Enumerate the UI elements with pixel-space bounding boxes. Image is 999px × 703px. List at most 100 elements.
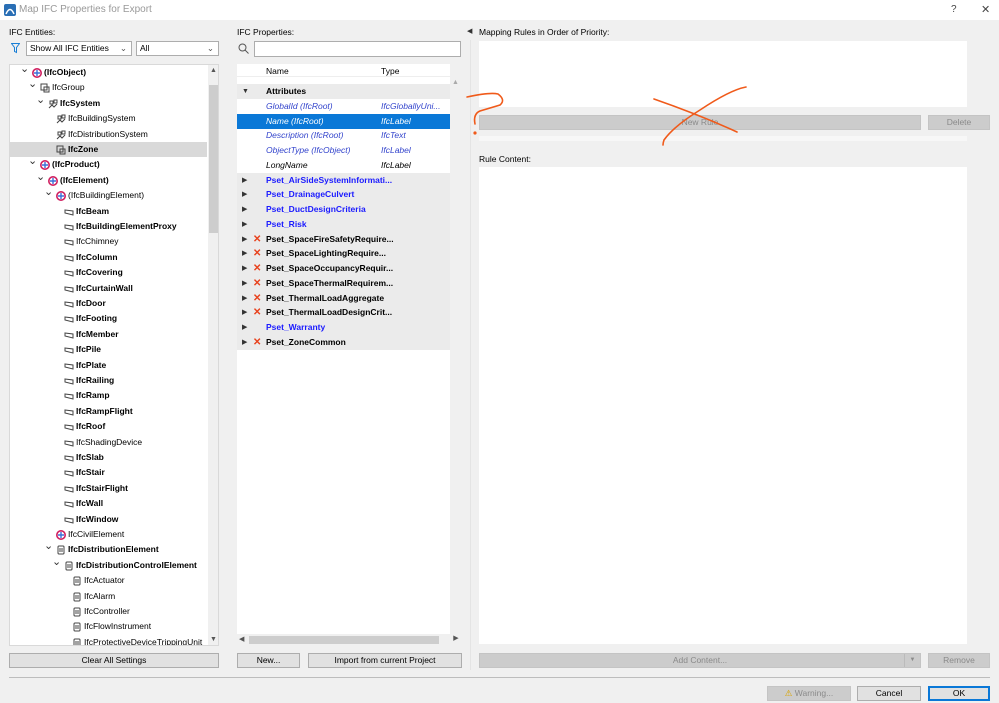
- help-button[interactable]: ?: [951, 4, 957, 15]
- expand-arrow-icon[interactable]: ▶: [242, 246, 247, 261]
- tree-item[interactable]: IfcAlarm: [10, 589, 207, 604]
- scrollbar-thumb[interactable]: [209, 85, 218, 233]
- close-button[interactable]: ✕: [981, 3, 990, 16]
- expanded-arrow-icon[interactable]: ▼: [242, 84, 249, 99]
- expand-arrow-icon[interactable]: ▶: [242, 173, 247, 188]
- tree-item[interactable]: IfcRamp: [10, 388, 207, 403]
- expand-arrow-icon[interactable]: ▶: [242, 217, 247, 232]
- tree-item[interactable]: IfcBuildingSystem: [10, 111, 207, 126]
- tree-item[interactable]: IfcPlate: [10, 358, 207, 373]
- property-search-input[interactable]: [254, 41, 461, 57]
- properties-table[interactable]: Name Type ▼ Attributes GlobalId (IfcRoot) I…: [237, 64, 462, 646]
- tree-item[interactable]: IfcColumn: [10, 250, 207, 265]
- ok-button[interactable]: OK: [928, 686, 990, 701]
- tree-item[interactable]: IfcDistributionSystem: [10, 127, 207, 142]
- property-group-row[interactable]: ▶ Pset_AirSideSystemInformati...: [237, 172, 450, 188]
- entity-filter-select[interactable]: Show All IFC Entities ⌄: [26, 41, 132, 56]
- expand-arrow-icon[interactable]: ▶: [242, 261, 247, 276]
- property-group-row[interactable]: ▶ ✕ Pset_SpaceThermalRequirem...: [237, 275, 450, 291]
- property-group-row[interactable]: ▼ Attributes: [237, 84, 450, 99]
- property-row[interactable]: ObjectType (IfcObject) IfcLabel: [237, 143, 450, 158]
- tree-item[interactable]: IfcCurtainWall: [10, 281, 207, 296]
- properties-scrollbar[interactable]: ▲ ▶: [450, 64, 462, 646]
- chevron-down-icon[interactable]: ⌄: [52, 555, 61, 570]
- tree-item[interactable]: IfcZone: [10, 142, 207, 157]
- property-group-row[interactable]: ▶ Pset_Warranty: [237, 320, 450, 335]
- tree-item[interactable]: ⌄ (IfcObject): [10, 65, 207, 80]
- tree-scrollbar[interactable]: ▲ ▼: [208, 65, 218, 645]
- tree-item[interactable]: IfcStair: [10, 465, 207, 480]
- tree-item[interactable]: IfcRoof: [10, 419, 207, 434]
- tree-item[interactable]: ⌄ (IfcBuildingElement): [10, 185, 207, 203]
- clear-all-settings-button[interactable]: Clear All Settings: [9, 653, 219, 668]
- expand-arrow-icon[interactable]: ▶: [242, 305, 247, 320]
- import-from-project-button[interactable]: Import from current Project: [308, 653, 462, 668]
- tree-item[interactable]: IfcShadingDevice: [10, 435, 207, 450]
- property-group-row[interactable]: ▶ ✕ Pset_SpaceLightingRequire...: [237, 246, 450, 262]
- collapse-arrow-icon[interactable]: ◀: [467, 27, 472, 35]
- property-row[interactable]: LongName IfcLabel: [237, 158, 450, 173]
- column-type-header[interactable]: Type: [381, 66, 399, 76]
- tree-item[interactable]: IfcChimney: [10, 234, 207, 249]
- scroll-left-icon[interactable]: ▶: [450, 634, 462, 646]
- entity-tree[interactable]: ⌄ (IfcObject) ⌄ IfcGroup ⌄ IfcSystem IfcBuildi…: [9, 64, 219, 646]
- property-row[interactable]: Description (IfcRoot) IfcText: [237, 128, 450, 143]
- add-content-button[interactable]: Add Content... ▼: [479, 653, 921, 668]
- tree-item[interactable]: IfcSlab: [10, 450, 207, 465]
- tree-item[interactable]: IfcCovering: [10, 265, 207, 280]
- expand-arrow-icon[interactable]: ▶: [242, 232, 247, 247]
- scroll-left-icon[interactable]: ◀: [239, 635, 244, 643]
- chevron-down-icon[interactable]: ⌄: [36, 93, 45, 108]
- warning-button[interactable]: ⚠ Warning...: [767, 686, 851, 701]
- expand-arrow-icon[interactable]: ▶: [242, 291, 247, 306]
- chevron-down-icon[interactable]: ⌄: [20, 65, 29, 77]
- tree-item[interactable]: IfcStairFlight: [10, 481, 207, 496]
- tree-item[interactable]: IfcMember: [10, 327, 207, 342]
- property-group-row[interactable]: ▶ ✕ Pset_SpaceOccupancyRequir...: [237, 261, 450, 276]
- tree-item[interactable]: IfcRailing: [10, 373, 207, 388]
- tree-item[interactable]: IfcController: [10, 604, 207, 619]
- tree-item[interactable]: IfcActuator: [10, 573, 207, 588]
- property-group-row[interactable]: ▶ Pset_DuctDesignCriteria: [237, 202, 450, 217]
- chevron-down-icon[interactable]: ⌄: [28, 77, 37, 92]
- tree-item[interactable]: ⌄ IfcSystem: [10, 93, 207, 111]
- delete-rule-button[interactable]: Delete: [928, 115, 990, 130]
- tree-item[interactable]: IfcPile: [10, 342, 207, 357]
- filter-icon[interactable]: [11, 43, 20, 54]
- tree-item[interactable]: IfcWall: [10, 496, 207, 511]
- chevron-down-icon[interactable]: ⌄: [28, 154, 37, 169]
- rule-content-area[interactable]: [479, 167, 967, 644]
- tree-item[interactable]: IfcBeam: [10, 204, 207, 219]
- property-row[interactable]: Name (IfcRoot) IfcLabel: [237, 113, 450, 129]
- hscrollbar-thumb[interactable]: [249, 636, 439, 644]
- tree-item[interactable]: ⌄ (IfcElement): [10, 170, 207, 188]
- tree-item[interactable]: IfcWindow: [10, 512, 207, 527]
- chevron-down-icon[interactable]: ⌄: [44, 185, 53, 200]
- property-group-row[interactable]: ▶ Pset_DrainageCulvert: [237, 187, 450, 203]
- expand-arrow-icon[interactable]: ▶: [242, 202, 247, 217]
- expand-arrow-icon[interactable]: ▶: [242, 187, 247, 202]
- tree-item[interactable]: ⌄ IfcDistributionElement: [10, 539, 207, 557]
- column-name-header[interactable]: Name: [266, 66, 289, 76]
- tree-item[interactable]: IfcCivilElement: [10, 527, 207, 542]
- scroll-down-icon[interactable]: ▼: [210, 636, 217, 643]
- scroll-up-icon[interactable]: ▲: [452, 79, 459, 86]
- properties-hscrollbar[interactable]: ◀: [237, 634, 450, 646]
- tree-item[interactable]: IfcRampFlight: [10, 404, 207, 419]
- property-group-row[interactable]: ▶ Pset_Risk: [237, 216, 450, 232]
- chevron-down-icon[interactable]: ⌄: [44, 539, 53, 554]
- tree-item[interactable]: IfcFlowInstrument: [10, 619, 207, 634]
- property-group-row[interactable]: ▶ ✕ Pset_ThermalLoadAggregate: [237, 290, 450, 306]
- scope-select[interactable]: All ⌄: [136, 41, 219, 56]
- tree-item[interactable]: IfcBuildingElementProxy: [10, 219, 207, 234]
- chevron-down-icon[interactable]: ⌄: [36, 170, 45, 185]
- expand-arrow-icon[interactable]: ▶: [242, 276, 247, 291]
- expand-arrow-icon[interactable]: ▶: [242, 335, 247, 350]
- scroll-up-icon[interactable]: ▲: [210, 67, 217, 74]
- new-property-button[interactable]: New...: [237, 653, 300, 668]
- property-group-row[interactable]: ▶ ✕ Pset_ZoneCommon: [237, 334, 450, 350]
- property-row[interactable]: GlobalId (IfcRoot) IfcGloballyUni...: [237, 99, 450, 114]
- tree-item[interactable]: ⌄ IfcDistributionControlElement: [10, 555, 207, 573]
- cancel-button[interactable]: Cancel: [857, 686, 921, 701]
- tree-item[interactable]: IfcFooting: [10, 311, 207, 326]
